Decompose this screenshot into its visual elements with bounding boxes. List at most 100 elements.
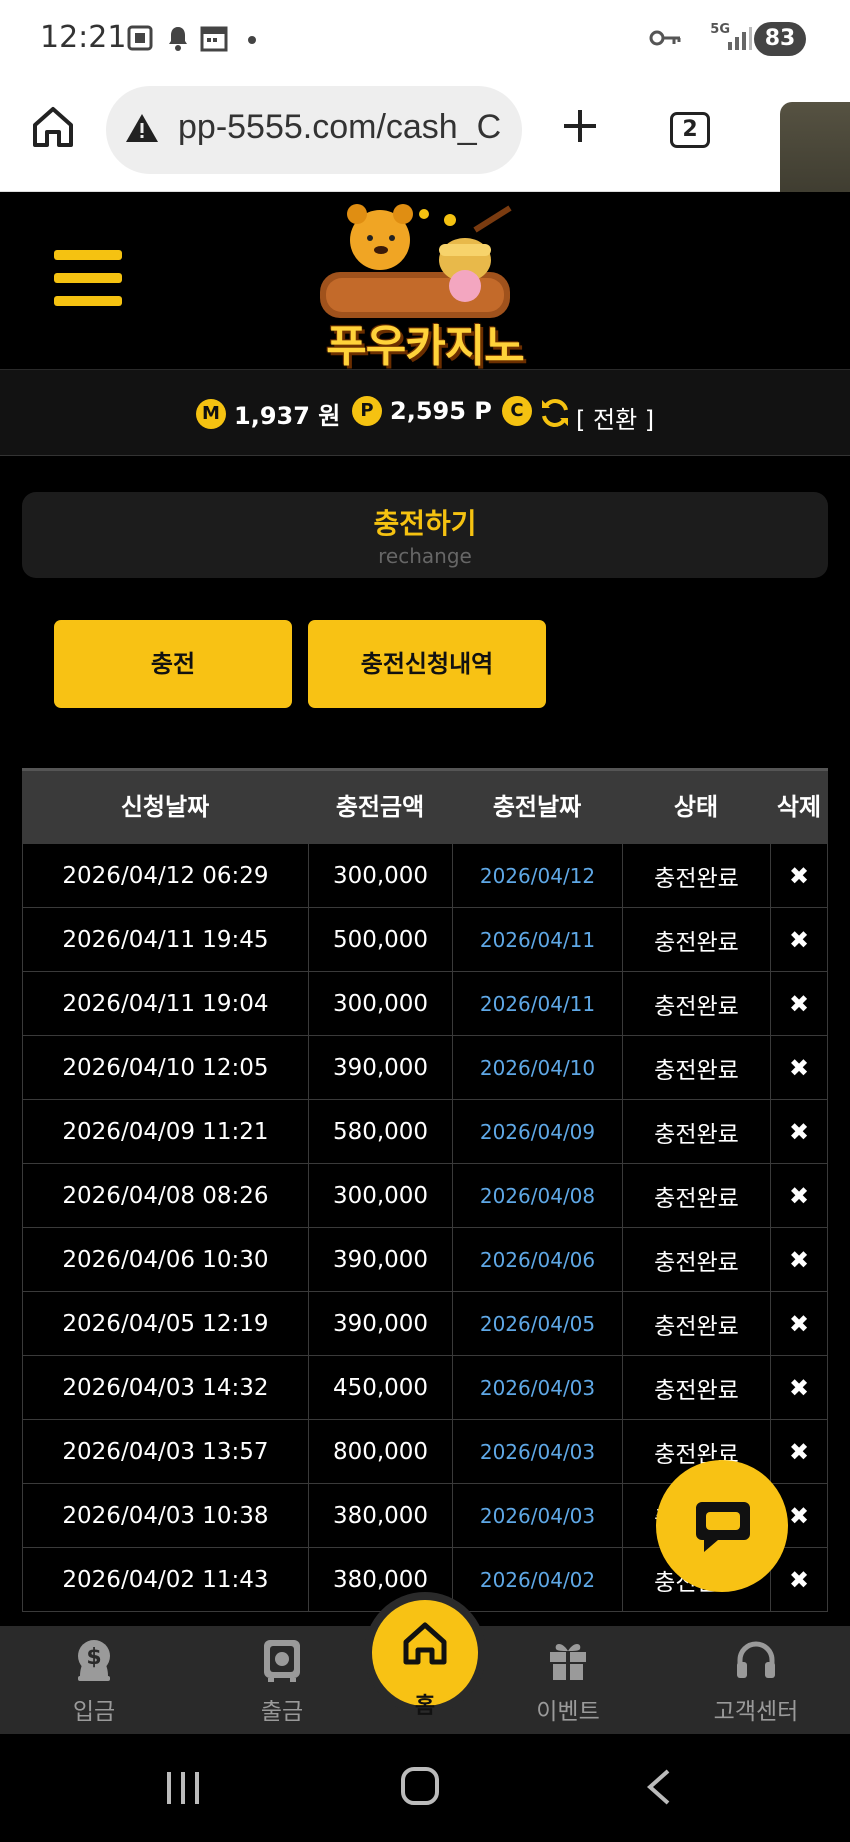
point-balance-value: 2,595 P (390, 397, 492, 425)
request-date-cell: 2026/04/05 12:19 (22, 1292, 308, 1355)
request-date-cell: 2026/04/09 11:21 (22, 1100, 308, 1163)
nav-home[interactable]: 홈 (372, 1600, 478, 1726)
request-date-cell: 2026/04/03 14:32 (22, 1356, 308, 1419)
safe-icon (264, 1640, 300, 1682)
nav-deposit[interactable]: $ 입금 (24, 1636, 164, 1726)
amount-cell: 300,000 (308, 844, 452, 907)
delete-icon[interactable]: ✖ (770, 1100, 828, 1163)
nav-support[interactable]: 고객센터 (686, 1636, 826, 1726)
logo-text: 푸우카지노 (326, 321, 524, 372)
nav-event[interactable]: 이벤트 (498, 1636, 638, 1726)
chat-button[interactable] (656, 1460, 788, 1592)
charge-date-cell: 2026/04/12 (452, 844, 622, 907)
delete-icon[interactable]: ✖ (770, 1036, 828, 1099)
system-nav-bar (0, 1734, 850, 1842)
money-balance-value: 1,937 원 (234, 402, 341, 430)
table-header: 신청날짜 충전금액 충전날짜 상태 삭제 (22, 768, 828, 844)
delete-icon[interactable]: ✖ (770, 1356, 828, 1419)
table-row: 2026/04/08 08:26 300,000 2026/04/08 충전완료 ✖ (22, 1164, 828, 1228)
request-date-cell: 2026/04/02 11:43 (22, 1548, 308, 1611)
comp-coin-icon: C (502, 396, 532, 426)
charge-date-cell: 2026/04/09 (452, 1100, 622, 1163)
nav-home-label: 홈 (414, 1694, 436, 1719)
convert-button[interactable]: [ 전환 ] (576, 400, 654, 435)
nav-deposit-label: 입금 (72, 1699, 116, 1725)
status-cell: 충전완료 (622, 972, 770, 1035)
recent-apps-icon[interactable] (164, 1770, 202, 1806)
delete-icon[interactable]: ✖ (770, 908, 828, 971)
table-row: 2026/04/03 14:32 450,000 2026/04/03 충전완료 ✖ (22, 1356, 828, 1420)
amount-cell: 390,000 (308, 1228, 452, 1291)
tab-switcher-button[interactable]: 2 (670, 112, 710, 148)
charge-date-cell: 2026/04/11 (452, 908, 622, 971)
tab-charge-history[interactable]: 충전신청내역 (308, 620, 546, 708)
dollar-bag-icon: $ (78, 1640, 110, 1681)
warning-icon[interactable] (124, 112, 160, 144)
request-date-cell: 2026/04/08 08:26 (22, 1164, 308, 1227)
delete-icon[interactable]: ✖ (770, 1420, 828, 1483)
site-logo[interactable]: 푸우카지노 (300, 200, 550, 372)
status-bar: 12:21 5G 83 (0, 0, 850, 80)
charge-date-cell: 2026/04/05 (452, 1292, 622, 1355)
screenshot-icon (127, 25, 153, 51)
svg-text:$: $ (86, 1645, 101, 1670)
url-text[interactable]: pp-5555.com/cash_C (178, 108, 501, 147)
tab-charge[interactable]: 충전 (54, 620, 292, 708)
bell-icon (169, 27, 187, 51)
amount-cell: 300,000 (308, 972, 452, 1035)
signal-icon (728, 27, 752, 50)
browser-toolbar: pp-5555.com/cash_C 2 (0, 80, 850, 192)
request-date-cell: 2026/04/03 10:38 (22, 1484, 308, 1547)
amount-cell: 390,000 (308, 1292, 452, 1355)
header-request-date: 신청날짜 (120, 793, 210, 821)
status-cell: 충전완료 (622, 844, 770, 907)
header-charge-date: 충전날짜 (492, 793, 582, 821)
status-cell: 충전완료 (622, 1292, 770, 1355)
battery-level: 83 (754, 22, 806, 56)
status-cell: 충전완료 (622, 908, 770, 971)
request-date-cell: 2026/04/10 12:05 (22, 1036, 308, 1099)
amount-cell: 800,000 (308, 1420, 452, 1483)
nav-support-label: 고객센터 (713, 1699, 799, 1725)
charge-date-cell: 2026/04/03 (452, 1484, 622, 1547)
request-date-cell: 2026/04/11 19:45 (22, 908, 308, 971)
table-row: 2026/04/06 10:30 390,000 2026/04/06 충전완료 ✖ (22, 1228, 828, 1292)
status-cell: 충전완료 (622, 1100, 770, 1163)
section-subtitle: rechange (378, 544, 472, 568)
delete-icon[interactable]: ✖ (770, 972, 828, 1035)
charge-date-cell: 2026/04/10 (452, 1036, 622, 1099)
system-home-icon[interactable] (400, 1766, 440, 1806)
charge-date-cell: 2026/04/06 (452, 1228, 622, 1291)
menu-icon[interactable] (54, 250, 122, 308)
charge-date-cell: 2026/04/08 (452, 1164, 622, 1227)
status-cell: 충전완료 (622, 1356, 770, 1419)
amount-cell: 300,000 (308, 1164, 452, 1227)
section-title: 충전하기 (373, 507, 477, 540)
delete-icon[interactable]: ✖ (770, 844, 828, 907)
balance-bar: M 1,937 원 P 2,595 P C [ 전환 ] (0, 370, 850, 456)
money-balance: M 1,937 원 (196, 396, 340, 431)
delete-icon[interactable]: ✖ (770, 1292, 828, 1355)
home-icon (403, 1622, 447, 1665)
gift-icon (550, 1644, 586, 1680)
delete-icon[interactable]: ✖ (770, 1164, 828, 1227)
nav-event-label: 이벤트 (536, 1699, 600, 1725)
refresh-icon[interactable] (538, 396, 572, 430)
delete-icon[interactable]: ✖ (770, 1228, 828, 1291)
new-tab-icon[interactable] (560, 106, 600, 146)
header-amount: 충전금액 (335, 793, 425, 821)
section-title-box: 충전하기 rechange (22, 492, 828, 578)
amount-cell: 500,000 (308, 908, 452, 971)
dot-icon (248, 36, 256, 44)
nav-withdraw[interactable]: 출금 (212, 1636, 352, 1726)
address-bar[interactable]: pp-5555.com/cash_C (106, 86, 522, 174)
headset-icon (737, 1641, 775, 1678)
status-cell: 충전완료 (622, 1036, 770, 1099)
back-icon[interactable] (644, 1768, 674, 1806)
charge-date-cell: 2026/04/11 (452, 972, 622, 1035)
amount-cell: 390,000 (308, 1036, 452, 1099)
table-row: 2026/04/11 19:45 500,000 2026/04/11 충전완료 ✖ (22, 908, 828, 972)
amount-cell: 380,000 (308, 1484, 452, 1547)
status-time: 12:21 (40, 20, 127, 55)
browser-home-icon[interactable] (30, 104, 76, 150)
